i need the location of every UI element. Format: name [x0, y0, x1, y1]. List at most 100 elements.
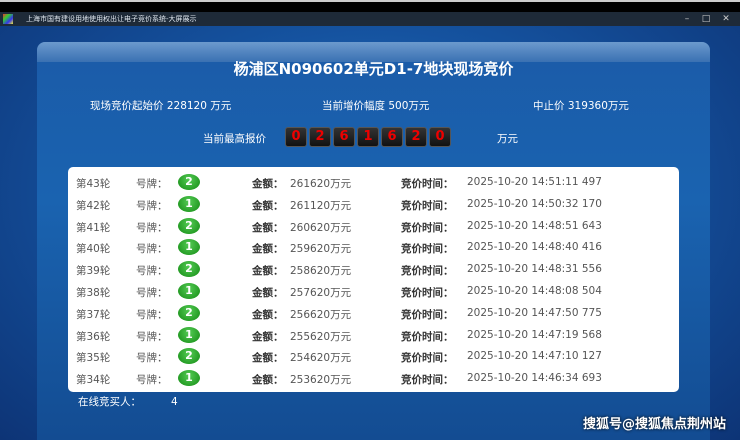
bid-time: 2025-10-20 14:48:08 504	[467, 284, 602, 297]
bid-time: 2025-10-20 14:46:34 693	[467, 372, 602, 385]
price-digit: 6	[381, 127, 403, 147]
table-row: 第38轮 号牌： 1 金额： 257620万元 竞价时间： 2025-10-20 14:48…	[68, 282, 679, 304]
highest-price-label: 当前最高报价	[203, 133, 266, 145]
price-digit: 2	[309, 127, 331, 147]
round-number: 第40轮	[76, 243, 111, 256]
price-digit: 0	[429, 127, 451, 147]
time-label: 竞价时间：	[401, 286, 454, 299]
plate-label: 号牌：	[136, 178, 168, 190]
plate-label: 号牌：	[136, 286, 168, 299]
bid-history-table: 第43轮 号牌： 2 金额： 261620万元 竞价时间： 2025-10-20 14:51…	[68, 167, 679, 392]
table-row: 第36轮 号牌： 1 金额： 255620万元 竞价时间： 2025-10-20 14:47…	[68, 326, 679, 348]
plate-label: 号牌：	[136, 265, 168, 278]
plate-label: 号牌：	[136, 352, 168, 365]
online-bidders: 在线竞买人： 4	[78, 394, 178, 409]
round-number: 第37轮	[76, 308, 111, 321]
bid-time: 2025-10-20 14:48:51 643	[467, 219, 602, 232]
amount-label: 金额：	[252, 221, 284, 234]
plate-label: 号牌：	[136, 330, 168, 343]
time-label: 竞价时间：	[401, 308, 454, 321]
price-digit: 2	[405, 127, 427, 147]
plate-badge: 2	[178, 174, 200, 190]
highest-price-unit: 万元	[497, 133, 518, 145]
plate-badge: 1	[178, 239, 200, 256]
bid-time: 2025-10-20 14:51:11 497	[467, 176, 602, 188]
bid-time: 2025-10-20 14:48:40 416	[467, 241, 602, 254]
minimize-button[interactable]: –	[680, 12, 694, 26]
plate-badge: 1	[178, 326, 200, 343]
amount-label: 金额：	[252, 199, 284, 212]
plate-badge: 1	[178, 370, 200, 387]
amount-label: 金额：	[252, 330, 284, 343]
amount-label: 金额：	[252, 374, 284, 387]
plate-label: 号牌：	[136, 199, 168, 212]
plate-label: 号牌：	[136, 374, 168, 387]
round-number: 第35轮	[76, 352, 111, 365]
amount-value: 255620万元	[290, 330, 352, 343]
price-digit: 1	[357, 127, 379, 147]
start-price: 现场竞价起始价 228120 万元	[90, 100, 232, 112]
amount-label: 金额：	[252, 286, 284, 299]
online-bidders-count: 4	[171, 396, 178, 408]
amount-value: 257620万元	[290, 286, 352, 299]
amount-value: 259620万元	[290, 243, 352, 256]
table-row: 第43轮 号牌： 2 金额： 261620万元 竞价时间： 2025-10-20 14:51…	[68, 173, 679, 195]
table-row: 第34轮 号牌： 1 金额： 253620万元 竞价时间： 2025-10-20 14:46…	[68, 369, 679, 391]
time-label: 竞价时间：	[401, 178, 454, 190]
price-digits: 0261620	[285, 127, 451, 147]
time-label: 竞价时间：	[401, 221, 454, 234]
amount-label: 金额：	[252, 265, 284, 278]
page-title: 杨浦区N090602单元D1-7地块现场竞价	[233, 60, 514, 78]
plate-label: 号牌：	[136, 221, 168, 234]
amount-value: 261120万元	[290, 199, 352, 212]
table-row: 第35轮 号牌： 2 金额： 254620万元 竞价时间： 2025-10-20 14:47…	[68, 347, 679, 369]
time-label: 竞价时间：	[401, 330, 454, 343]
watermark: 搜狐号@搜狐焦点荆州站	[582, 417, 726, 432]
time-label: 竞价时间：	[401, 199, 454, 212]
table-row: 第42轮 号牌： 1 金额： 261120万元 竞价时间： 2025-10-20 14:50…	[68, 195, 679, 217]
amount-label: 金额：	[252, 352, 284, 365]
bid-time: 2025-10-20 14:48:31 556	[467, 263, 602, 276]
price-digit: 0	[285, 127, 307, 147]
time-label: 竞价时间：	[401, 265, 454, 278]
plate-badge: 2	[178, 304, 200, 321]
round-number: 第36轮	[76, 330, 111, 343]
amount-label: 金额：	[252, 178, 284, 190]
bid-time: 2025-10-20 14:47:19 568	[467, 328, 602, 341]
app-icon	[3, 14, 13, 24]
table-row: 第40轮 号牌： 1 金额： 259620万元 竞价时间： 2025-10-20 14:48…	[68, 238, 679, 260]
plate-label: 号牌：	[136, 243, 168, 256]
time-label: 竞价时间：	[401, 352, 454, 365]
window-title: 上海市国有建设用地使用权出让电子竞价系统-大屏展示	[26, 15, 197, 23]
bid-time: 2025-10-20 14:50:32 170	[467, 197, 602, 210]
amount-label: 金额：	[252, 243, 284, 256]
price-digit: 6	[333, 127, 355, 147]
plate-badge: 1	[178, 195, 200, 212]
amount-label: 金额：	[252, 308, 284, 321]
round-number: 第43轮	[76, 178, 111, 190]
time-label: 竞价时间：	[401, 243, 454, 256]
amount-value: 253620万元	[290, 374, 352, 387]
round-number: 第39轮	[76, 265, 111, 278]
amount-value: 258620万元	[290, 265, 352, 278]
window-titlebar: 上海市国有建设用地使用权出让电子竞价系统-大屏展示 – □ ✕	[0, 12, 740, 26]
stop-price: 中止价 319360万元	[533, 100, 629, 112]
amount-value: 261620万元	[290, 178, 352, 190]
table-row: 第41轮 号牌： 2 金额： 260620万元 竞价时间： 2025-10-20 14:48…	[68, 217, 679, 239]
top-border	[0, 0, 740, 12]
plate-badge: 1	[178, 282, 200, 299]
increment: 当前增价幅度 500万元	[322, 100, 430, 112]
table-row: 第37轮 号牌： 2 金额： 256620万元 竞价时间： 2025-10-20 14:47…	[68, 304, 679, 326]
bid-time: 2025-10-20 14:47:10 127	[467, 350, 602, 363]
plate-label: 号牌：	[136, 308, 168, 321]
amount-value: 256620万元	[290, 308, 352, 321]
bid-time: 2025-10-20 14:47:50 775	[467, 306, 602, 319]
round-number: 第42轮	[76, 199, 111, 212]
time-label: 竞价时间：	[401, 374, 454, 387]
plate-badge: 2	[178, 217, 200, 234]
close-button[interactable]: ✕	[719, 12, 733, 26]
amount-value: 260620万元	[290, 221, 352, 234]
round-number: 第34轮	[76, 374, 111, 387]
round-number: 第38轮	[76, 286, 111, 299]
maximize-button[interactable]: □	[699, 12, 713, 26]
